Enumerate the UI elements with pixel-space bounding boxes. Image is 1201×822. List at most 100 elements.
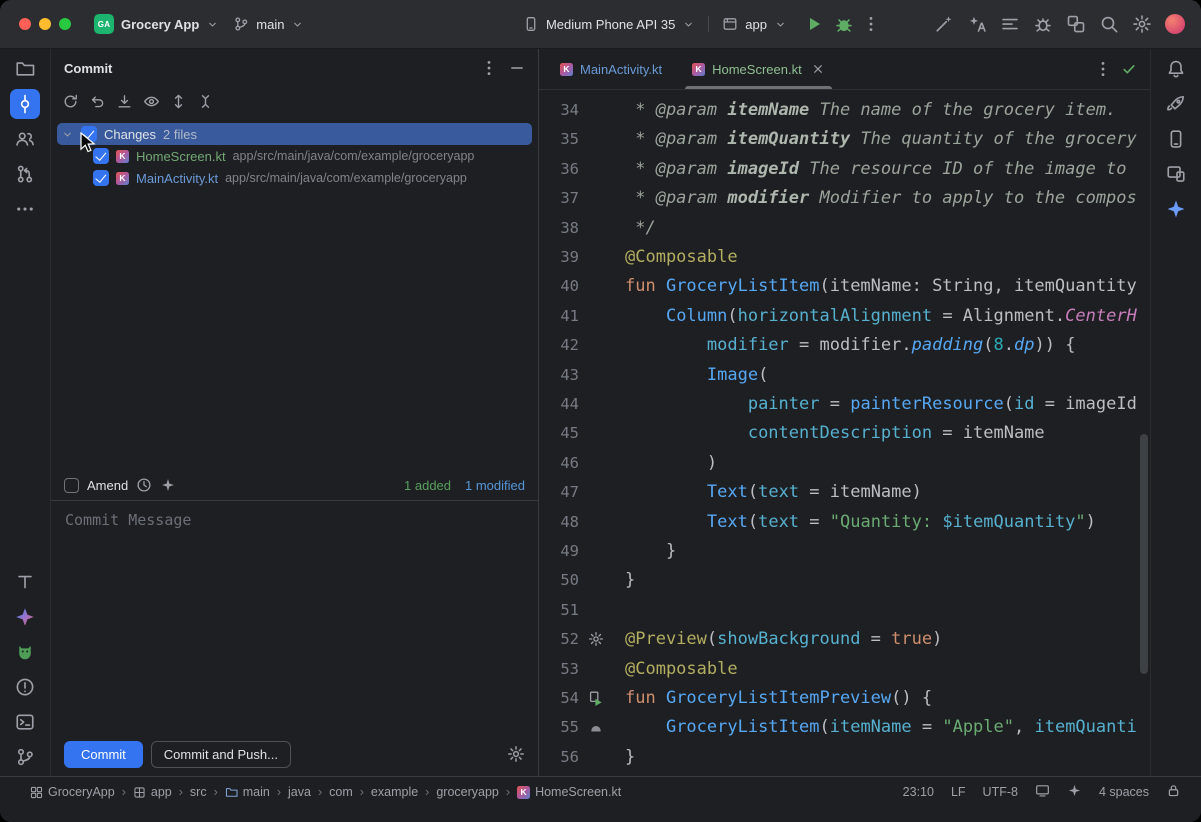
editor-scrollbar[interactable] bbox=[1140, 434, 1148, 674]
text-tool-icon[interactable] bbox=[10, 567, 40, 597]
code-line-41[interactable]: 41 Column(horizontalAlignment = Alignmen… bbox=[539, 301, 1150, 330]
show-diff-icon[interactable] bbox=[139, 89, 163, 113]
device-mirroring-icon[interactable] bbox=[1066, 14, 1086, 34]
line-number[interactable]: 48 bbox=[539, 513, 579, 531]
file-encoding[interactable]: UTF-8 bbox=[983, 785, 1018, 799]
line-number[interactable]: 44 bbox=[539, 395, 579, 413]
logcat-icon[interactable] bbox=[10, 637, 40, 667]
project-icon[interactable] bbox=[10, 54, 40, 84]
breadcrumb-GroceryApp[interactable]: GroceryApp bbox=[30, 785, 115, 799]
changes-root-row[interactable]: Changes 2 files bbox=[57, 123, 532, 145]
breadcrumb-java[interactable]: java bbox=[288, 785, 311, 799]
line-number[interactable]: 52 bbox=[539, 630, 579, 648]
write-access-icon[interactable] bbox=[1166, 783, 1181, 801]
breadcrumb-src[interactable]: src bbox=[190, 785, 207, 799]
build-variants-icon[interactable] bbox=[1000, 14, 1020, 34]
refresh-icon[interactable] bbox=[58, 89, 82, 113]
commit-icon[interactable] bbox=[10, 89, 40, 119]
line-number[interactable]: 40 bbox=[539, 277, 579, 295]
code-line-57[interactable]: 57 bbox=[539, 771, 1150, 776]
code-line-49[interactable]: 49 } bbox=[539, 536, 1150, 565]
breadcrumb-example[interactable]: example bbox=[371, 785, 418, 799]
code-line-35[interactable]: 35 * @param itemQuantity The quantity of… bbox=[539, 125, 1150, 154]
line-separator[interactable]: LF bbox=[951, 785, 966, 799]
running-devices-icon[interactable] bbox=[1161, 159, 1191, 189]
code-line-43[interactable]: 43 Image( bbox=[539, 360, 1150, 389]
line-number[interactable]: 46 bbox=[539, 454, 579, 472]
close-tab-icon[interactable] bbox=[811, 62, 825, 76]
notifications-icon[interactable] bbox=[1161, 54, 1191, 84]
run-configuration-selector[interactable]: app bbox=[715, 12, 794, 36]
more-tool-windows-icon[interactable] bbox=[10, 194, 40, 224]
line-number[interactable]: 49 bbox=[539, 542, 579, 560]
ai-actions-icon[interactable] bbox=[967, 14, 987, 34]
line-number[interactable]: 38 bbox=[539, 219, 579, 237]
settings-icon[interactable] bbox=[1132, 14, 1152, 34]
code-line-39[interactable]: 39@Composable bbox=[539, 242, 1150, 271]
code-line-36[interactable]: 36 * @param imageId The resource ID of t… bbox=[539, 154, 1150, 183]
collapse-all-icon[interactable] bbox=[193, 89, 217, 113]
reader-mode-icon[interactable] bbox=[1035, 783, 1050, 801]
compose-tools-icon[interactable] bbox=[934, 14, 954, 34]
code-line-53[interactable]: 53@Composable bbox=[539, 654, 1150, 683]
shelve-icon[interactable] bbox=[112, 89, 136, 113]
line-number[interactable]: 53 bbox=[539, 660, 579, 678]
line-number[interactable]: 51 bbox=[539, 601, 579, 619]
close-window-button[interactable] bbox=[19, 18, 31, 30]
line-number[interactable]: 37 bbox=[539, 189, 579, 207]
zoom-window-button[interactable] bbox=[59, 18, 71, 30]
commit-and-push-button[interactable]: Commit and Push... bbox=[151, 741, 291, 768]
code-line-45[interactable]: 45 contentDescription = itemName bbox=[539, 419, 1150, 448]
hide-panel-button[interactable] bbox=[508, 59, 526, 77]
profile-avatar[interactable] bbox=[1165, 14, 1185, 34]
debug-button[interactable] bbox=[834, 14, 854, 34]
code-line-42[interactable]: 42 modifier = modifier.padding(8.dp)) { bbox=[539, 331, 1150, 360]
file-checkbox[interactable] bbox=[93, 148, 109, 164]
rollback-icon[interactable] bbox=[85, 89, 109, 113]
commit-history-button[interactable] bbox=[136, 477, 152, 493]
problems-icon[interactable] bbox=[10, 672, 40, 702]
line-number[interactable]: 50 bbox=[539, 571, 579, 589]
line-number[interactable]: 54 bbox=[539, 689, 579, 707]
gemini-icon[interactable] bbox=[10, 602, 40, 632]
amend-checkbox[interactable] bbox=[64, 478, 79, 493]
minimize-window-button[interactable] bbox=[39, 18, 51, 30]
changes-checkbox[interactable] bbox=[81, 126, 97, 142]
project-widget[interactable]: GA Grocery App bbox=[87, 10, 226, 38]
code-line-38[interactable]: 38 */ bbox=[539, 213, 1150, 242]
device-manager-icon[interactable] bbox=[1161, 124, 1191, 154]
gemini-spark-icon[interactable] bbox=[1161, 194, 1191, 224]
editor-options-button[interactable] bbox=[1094, 60, 1112, 78]
code-line-55[interactable]: 55 GroceryListItem(itemName = "Apple", i… bbox=[539, 713, 1150, 742]
code-line-51[interactable]: 51 bbox=[539, 595, 1150, 624]
code-line-52[interactable]: 52@Preview(showBackground = true) bbox=[539, 624, 1150, 653]
commit-message-input[interactable]: Commit Message bbox=[51, 500, 538, 732]
code-line-54[interactable]: 54fun GroceryListItemPreview() { bbox=[539, 683, 1150, 712]
code-editor[interactable]: 33 *34 * @param itemName The name of the… bbox=[539, 90, 1150, 776]
commit-panel-options-button[interactable] bbox=[480, 59, 498, 77]
expand-chevron-icon[interactable] bbox=[61, 128, 74, 141]
line-number[interactable]: 34 bbox=[539, 101, 579, 119]
file-checkbox[interactable] bbox=[93, 170, 109, 186]
commit-settings-button[interactable] bbox=[507, 745, 525, 763]
app-insights-icon[interactable] bbox=[1161, 89, 1191, 119]
code-line-34[interactable]: 34 * @param itemName The name of the gro… bbox=[539, 95, 1150, 124]
changed-file-row[interactable]: HomeScreen.kt app/src/main/java/com/exam… bbox=[57, 145, 532, 167]
structure-icon[interactable] bbox=[10, 124, 40, 154]
version-control-icon[interactable] bbox=[10, 742, 40, 772]
branch-widget[interactable]: main bbox=[226, 12, 311, 36]
tab-HomeScreen.kt[interactable]: HomeScreen.kt bbox=[677, 49, 840, 89]
more-run-options-button[interactable] bbox=[862, 15, 880, 33]
code-line-47[interactable]: 47 Text(text = itemName) bbox=[539, 477, 1150, 506]
code-line-48[interactable]: 48 Text(text = "Quantity: $itemQuantity"… bbox=[539, 507, 1150, 536]
ai-status-icon[interactable] bbox=[1067, 783, 1082, 801]
deploy-preview-icon[interactable] bbox=[588, 719, 604, 735]
line-number[interactable]: 56 bbox=[539, 748, 579, 766]
line-number[interactable]: 47 bbox=[539, 483, 579, 501]
run-button[interactable] bbox=[804, 14, 824, 34]
code-line-56[interactable]: 56} bbox=[539, 742, 1150, 771]
terminal-icon[interactable] bbox=[10, 707, 40, 737]
code-line-44[interactable]: 44 painter = painterResource(id = imageI… bbox=[539, 389, 1150, 418]
line-number[interactable]: 42 bbox=[539, 336, 579, 354]
run-preview-icon[interactable] bbox=[588, 690, 604, 706]
